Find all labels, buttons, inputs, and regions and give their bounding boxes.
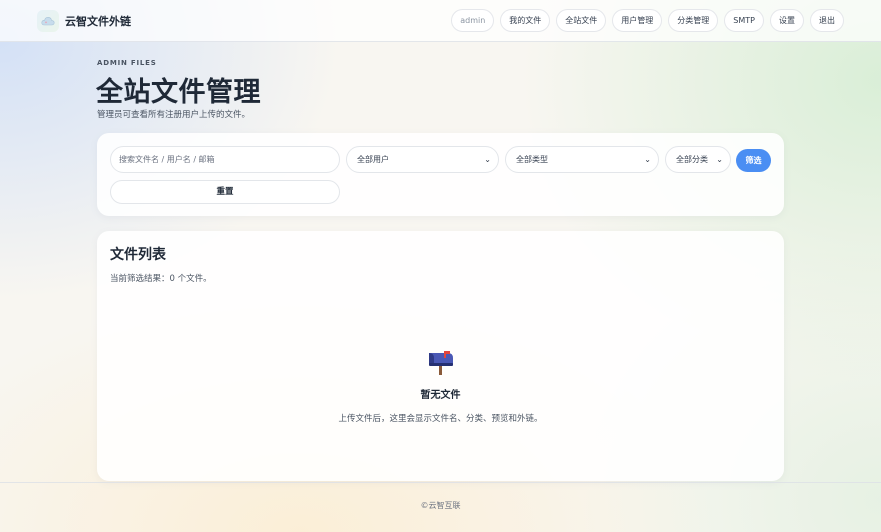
file-list-panel: 文件列表 当前筛选结果：0 个文件。 暂无文件 上传文件后，这里会显示文件名、分… <box>97 231 784 481</box>
nav-my-files[interactable]: 我的文件 <box>500 9 551 32</box>
mailbox-icon <box>426 350 456 376</box>
main-nav: admin 我的文件 全站文件 用户管理 分类管理 SMTP 设置 退出 <box>451 9 844 32</box>
brand-name: 云智文件外链 <box>65 15 131 28</box>
category-select-value: 全部分类 <box>676 155 708 164</box>
page-description: 管理员可查看所有注册用户上传的文件。 <box>97 110 251 120</box>
page-title: 全站文件管理 <box>96 77 261 108</box>
category-select[interactable]: 全部分类 ⌄ <box>665 146 731 173</box>
current-user-badge[interactable]: admin <box>451 9 495 32</box>
chevron-down-icon: ⌄ <box>644 155 651 164</box>
filter-button[interactable]: 筛选 <box>736 149 771 172</box>
search-input[interactable] <box>110 146 340 173</box>
nav-smtp[interactable]: SMTP <box>724 9 764 32</box>
nav-logout[interactable]: 退出 <box>810 9 844 32</box>
nav-all-files[interactable]: 全站文件 <box>556 9 607 32</box>
empty-state-description: 上传文件后，这里会显示文件名、分类、预览和外链。 <box>338 414 543 424</box>
brand[interactable]: 云智文件外链 <box>37 10 131 32</box>
page-eyebrow: ADMIN FILES <box>97 59 157 67</box>
type-select[interactable]: 全部类型 ⌄ <box>505 146 659 173</box>
result-count: 当前筛选结果：0 个文件。 <box>110 274 212 284</box>
reset-button[interactable]: 重置 <box>110 180 340 204</box>
file-list-title: 文件列表 <box>110 247 166 263</box>
nav-category-management[interactable]: 分类管理 <box>668 9 719 32</box>
type-select-value: 全部类型 <box>516 155 548 164</box>
nav-user-management[interactable]: 用户管理 <box>612 9 663 32</box>
user-select-value: 全部用户 <box>357 155 389 164</box>
cloud-logo-icon <box>37 10 59 32</box>
empty-state-title: 暂无文件 <box>420 390 461 401</box>
footer-divider <box>0 482 881 483</box>
top-bar: 云智文件外链 admin 我的文件 全站文件 用户管理 分类管理 SMTP 设置… <box>0 0 881 42</box>
user-select[interactable]: 全部用户 ⌄ <box>346 146 499 173</box>
chevron-down-icon: ⌄ <box>716 155 723 164</box>
chevron-down-icon: ⌄ <box>484 155 491 164</box>
nav-settings[interactable]: 设置 <box>770 9 804 32</box>
filter-panel: 全部用户 ⌄ 全部类型 ⌄ 全部分类 ⌄ 筛选 重置 <box>97 133 784 216</box>
footer: ©云智互联 <box>420 501 461 510</box>
